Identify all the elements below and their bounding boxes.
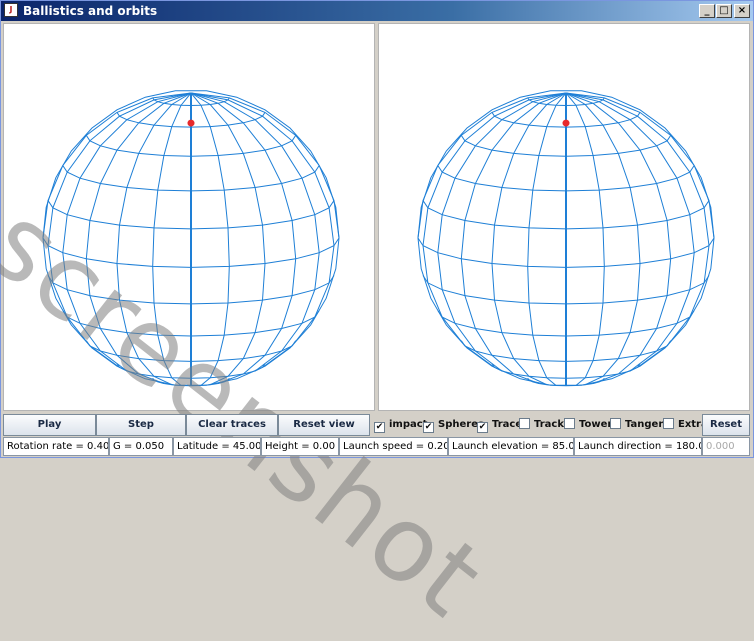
clear-traces-button[interactable]: Clear traces (186, 414, 278, 436)
checkbox-icon[interactable] (519, 418, 530, 429)
window-title: Ballistics and orbits (23, 4, 158, 18)
checkbox-icon[interactable]: ✔ (423, 422, 434, 433)
meridian-line (190, 92, 230, 386)
meridian-line (527, 92, 567, 386)
checkbox-label: Tower (579, 419, 613, 430)
checkbox-label: Trace (492, 419, 523, 430)
step-button[interactable]: Step (96, 414, 186, 436)
meridian-line (565, 92, 715, 239)
trace-checkbox[interactable]: ✔ Trace (477, 418, 522, 434)
g-field[interactable]: G = 0.050 (109, 437, 173, 456)
reset-view-button[interactable]: Reset view (278, 414, 370, 436)
maximize-button[interactable]: □ (716, 4, 732, 18)
checkbox-icon[interactable] (663, 418, 674, 429)
meridian-line (565, 92, 605, 386)
tangent-checkbox[interactable]: Tangent (610, 418, 670, 434)
rotation-rate-field[interactable]: Rotation rate = 0.400 (3, 437, 109, 456)
left-globe-view[interactable] (4, 24, 374, 410)
meridian-line (152, 92, 192, 386)
meridian-line (42, 92, 192, 239)
java-app-icon[interactable]: J (4, 3, 18, 17)
checkbox-icon[interactable]: ✔ (477, 422, 488, 433)
meridian-line (417, 92, 567, 239)
left-view-panel[interactable] (3, 23, 375, 411)
meridian-line (62, 92, 192, 372)
launch-point-marker (562, 119, 570, 127)
launch-elevation-field[interactable]: Launch elevation = 85.00 (448, 437, 574, 456)
launch-point-marker (187, 119, 195, 127)
right-globe-view[interactable] (379, 24, 749, 410)
checkbox-icon[interactable] (610, 418, 621, 429)
impact-checkbox[interactable]: ✔ impact (374, 418, 427, 434)
meridian-line (190, 92, 320, 372)
meridian-line (190, 92, 297, 384)
checkbox-icon[interactable]: ✔ (374, 422, 385, 433)
close-button[interactable]: × (734, 4, 750, 18)
meridian-line (565, 92, 695, 372)
extra-value-field: 0.000 (702, 437, 750, 456)
right-view-panel[interactable] (378, 23, 750, 411)
control-panel: Play Step Clear traces Reset view ✔ impac… (3, 414, 753, 457)
checkbox-label: Track (534, 419, 564, 430)
launch-direction-field[interactable]: Launch direction = 180.00 (574, 437, 702, 456)
height-field[interactable]: Height = 0.00 (261, 437, 339, 456)
launch-speed-field[interactable]: Launch speed = 0.20 (339, 437, 448, 456)
meridian-line (565, 92, 672, 384)
reset-button[interactable]: Reset (702, 414, 750, 436)
minimize-button[interactable]: _ (699, 4, 715, 18)
meridian-line (190, 92, 340, 239)
checkbox-label: impact (389, 419, 428, 430)
latitude-field[interactable]: Latitude = 45.00 (173, 437, 261, 456)
tower-checkbox[interactable]: Tower (564, 418, 612, 434)
title-bar[interactable]: J Ballistics and orbits _ □ × (1, 1, 753, 21)
track-checkbox[interactable]: Track (519, 418, 564, 434)
meridian-line (460, 92, 567, 384)
checkbox-icon[interactable] (564, 418, 575, 429)
app-window: J Ballistics and orbits _ □ × screenshot… (0, 0, 754, 641)
spheres-checkbox[interactable]: ✔ Spheres (423, 418, 484, 434)
meridian-line (437, 92, 567, 372)
meridian-line (85, 92, 192, 384)
play-button[interactable]: Play (3, 414, 96, 436)
